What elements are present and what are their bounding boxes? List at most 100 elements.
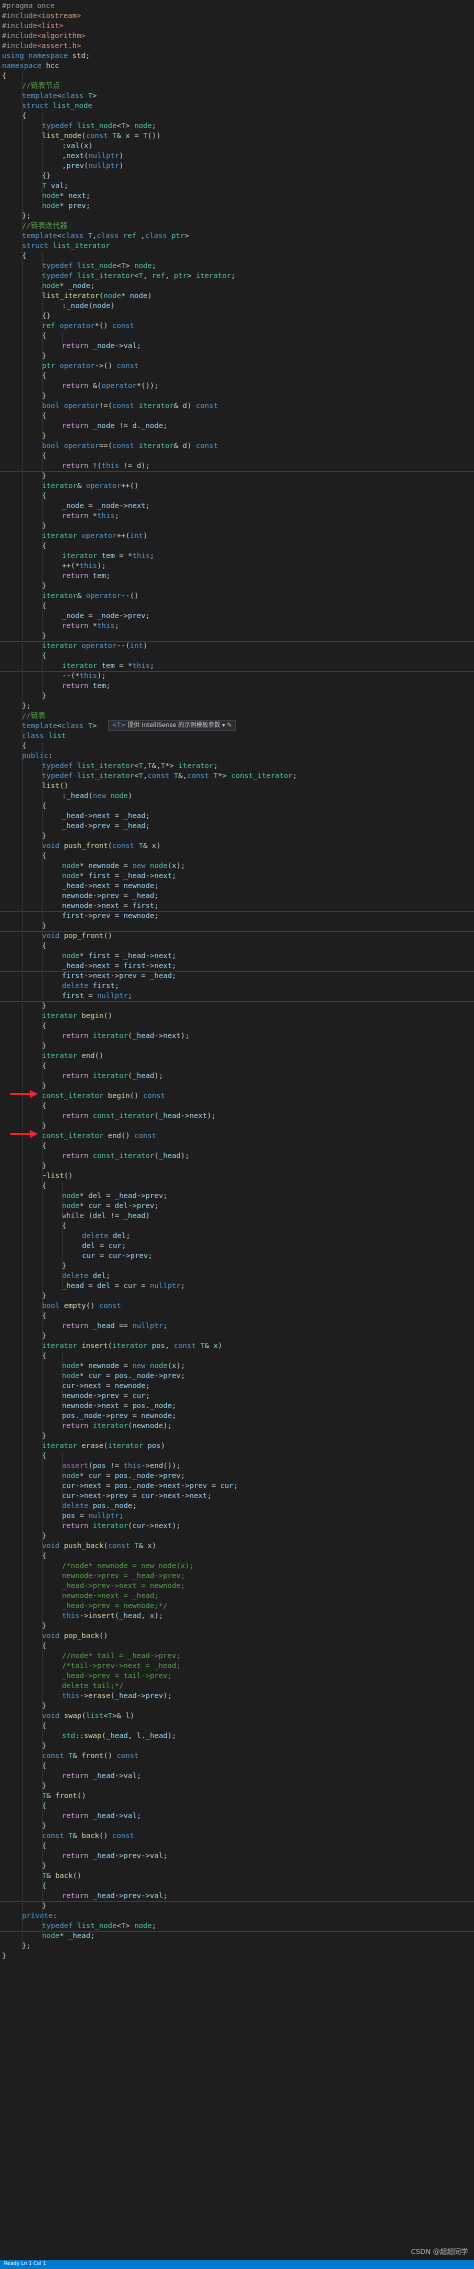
code-line[interactable]: }; [0,211,474,221]
code-line[interactable]: template<class T> [0,91,474,101]
code-line[interactable]: return _head->val; [0,1771,474,1781]
code-line[interactable]: ref operator*() const [0,321,474,331]
code-line[interactable]: } [0,1001,474,1011]
code-line[interactable]: iterator end() [0,1051,474,1061]
code-line[interactable]: } [0,1781,474,1791]
code-line[interactable]: { [0,371,474,381]
code-line[interactable]: } [0,351,474,361]
code-line[interactable]: namespace hcc [0,61,474,71]
code-line[interactable]: return _head == nullptr; [0,1321,474,1331]
code-line[interactable]: { [0,1721,474,1731]
code-line[interactable]: _node = _node->next; [0,501,474,511]
code-line[interactable]: _head->next = newnode; [0,881,474,891]
code-line[interactable]: {} [0,311,474,321]
code-line[interactable]: { [0,801,474,811]
code-line[interactable]: void push_front(const T& x) [0,841,474,851]
code-line[interactable]: { [0,651,474,661]
code-line[interactable]: } [0,471,474,481]
code-line[interactable]: const T& front() const [0,1751,474,1761]
code-line[interactable]: return iterator(_head->next); [0,1031,474,1041]
code-line[interactable]: _head->prev->next = newnode; [0,1581,474,1591]
code-line[interactable]: first->prev = newnode; [0,911,474,921]
code-line[interactable]: typedef list_node<T> node; [0,261,474,271]
code-line[interactable]: _head = del = cur = nullptr; [0,1281,474,1291]
code-line[interactable]: ,next(nullptr) [0,151,474,161]
code-line[interactable]: { [0,1021,474,1031]
code-line[interactable]: return iterator(newnode); [0,1421,474,1431]
code-line[interactable]: } [0,1621,474,1631]
code-line[interactable]: void swap(list<T>& l) [0,1711,474,1721]
code-line[interactable]: { [0,941,474,951]
code-line[interactable]: const T& back() const [0,1831,474,1841]
code-line[interactable]: void push_back(const T& x) [0,1541,474,1551]
code-line[interactable]: :_head(new node) [0,791,474,801]
code-line[interactable]: newnode->prev = cur; [0,1391,474,1401]
code-line[interactable]: iterator insert(iterator pos, const T& x… [0,1341,474,1351]
code-line[interactable]: struct list_node [0,101,474,111]
code-line[interactable]: ~list() [0,1171,474,1181]
code-line[interactable]: node* newnode = new node(x); [0,1361,474,1371]
code-line[interactable]: } [0,1531,474,1541]
code-line[interactable]: { [0,1061,474,1071]
code-line[interactable]: this->insert(_head, x); [0,1611,474,1621]
code-line[interactable]: iterator operator--(int) [0,641,474,651]
code-editor[interactable]: #pragma once #include<iostream> #include<l… [0,0,474,2269]
code-line[interactable]: ptr operator->() const [0,361,474,371]
code-line[interactable]: template<class T> [0,721,474,731]
code-line[interactable]: cur->next = pos._node->next->prev = cur; [0,1481,474,1491]
code-line[interactable]: newnode->prev = _head->prev; [0,1571,474,1581]
code-line[interactable]: }; [0,701,474,711]
code-line[interactable]: { [0,111,474,121]
code-line[interactable]: pos._node->prev = newnode; [0,1411,474,1421]
code-line[interactable]: pos = nullptr; [0,1511,474,1521]
code-line[interactable]: list_node(const T& x = T()) [0,131,474,141]
code-line[interactable]: node* cur = pos._node->prev; [0,1471,474,1481]
code-line[interactable]: {} [0,171,474,181]
code-line[interactable]: { [0,451,474,461]
code-line[interactable]: return iterator(cur->next); [0,1521,474,1531]
code-line[interactable]: class list [0,731,474,741]
code-line[interactable]: #include<list> [0,21,474,31]
code-line[interactable]: { [0,71,474,81]
code-line[interactable]: delete tail;*/ [0,1681,474,1691]
code-line[interactable]: _head->prev = newnode;*/ [0,1601,474,1611]
code-line[interactable]: { [0,1451,474,1461]
code-line[interactable]: while (del != _head) [0,1211,474,1221]
code-line[interactable]: return const_iterator(_head->next); [0,1111,474,1121]
code-line[interactable]: public: [0,751,474,761]
code-line[interactable]: delete first; [0,981,474,991]
code-line[interactable]: iterator erase(iterator pos) [0,1441,474,1451]
code-line[interactable]: } [0,581,474,591]
code-line[interactable]: } [0,1861,474,1871]
code-line[interactable]: { [0,331,474,341]
code-line[interactable]: node* cur = del->prev; [0,1201,474,1211]
code-line[interactable]: //链表 [0,711,474,721]
code-line[interactable]: const_iterator begin() const [0,1091,474,1101]
code-line[interactable]: { [0,1641,474,1651]
code-line[interactable]: return _head->prev->val; [0,1851,474,1861]
code-line[interactable]: node* _head; [0,1931,474,1941]
code-line[interactable]: node* first = _head->next; [0,951,474,961]
code-line[interactable]: _head->prev = _head; [0,821,474,831]
code-line[interactable]: iterator& operator++() [0,481,474,491]
code-line[interactable]: } [0,521,474,531]
code-line[interactable]: { [0,1801,474,1811]
code-line[interactable]: newnode->next = _head; [0,1591,474,1601]
code-line[interactable]: iterator operator++(int) [0,531,474,541]
code-line[interactable]: return tem; [0,681,474,691]
code-line[interactable]: /*tail->prev->next = _head; [0,1661,474,1671]
code-line[interactable]: } [0,831,474,841]
code-line[interactable]: { [0,1141,474,1151]
code-line[interactable]: return _head->val; [0,1811,474,1821]
code-line[interactable]: const_iterator end() const [0,1131,474,1141]
code-line[interactable]: } [0,1951,474,1961]
code-line[interactable]: iterator begin() [0,1011,474,1021]
code-line[interactable]: } [0,391,474,401]
code-line[interactable]: return &(operator*()); [0,381,474,391]
code-line[interactable]: bool empty() const [0,1301,474,1311]
code-line[interactable]: { [0,601,474,611]
code-line[interactable]: assert(pos != this->end()); [0,1461,474,1471]
intellisense-template-hint[interactable]: <T> 提供 IntelliSense 的示例模板参数 ▾ ✎ [108,720,237,731]
code-line[interactable]: delete del; [0,1231,474,1241]
code-line[interactable]: { [0,1221,474,1231]
